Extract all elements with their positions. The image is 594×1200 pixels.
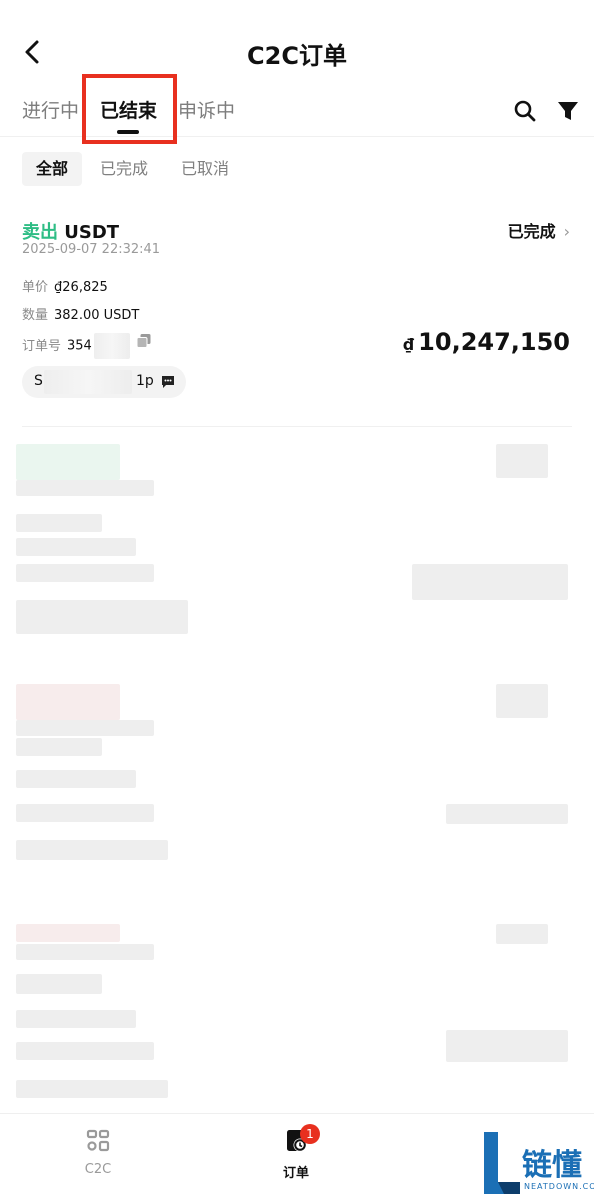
quantity-value: 382.00 USDT: [54, 308, 140, 323]
filter-all[interactable]: 全部: [22, 152, 83, 186]
blurred-order-card: [16, 684, 576, 884]
blurred-order-card: [16, 444, 576, 644]
order-total-amount: ₫ 10,247,150: [403, 328, 570, 356]
watermark-logo: 链懂 NEATDOWN.COM: [478, 1128, 594, 1200]
currency-symbol: ₫: [403, 335, 415, 354]
watermark-domain: NEATDOWN.COM: [524, 1182, 594, 1191]
blurred-order-card: [16, 924, 576, 1104]
order-number-label: 订单号: [22, 338, 62, 354]
orders-badge: 1: [300, 1124, 320, 1144]
order-type[interactable]: 卖出 USDT: [22, 218, 119, 244]
counterparty-name-end: 1p: [136, 373, 154, 389]
unit-price-label: 单价: [22, 280, 49, 295]
order-status[interactable]: 已完成 ›: [508, 218, 570, 242]
nav-c2c-label: C2C: [84, 1162, 112, 1177]
page-title: C2C订单: [247, 42, 347, 70]
filter-cancelled[interactable]: 已取消: [167, 152, 243, 186]
chevron-right-icon: ›: [563, 222, 570, 241]
filter-completed[interactable]: 已完成: [86, 152, 162, 186]
quantity-label: 数量: [22, 308, 49, 323]
amount-value: 10,247,150: [418, 328, 570, 356]
unit-price-value: ₫26,825: [54, 280, 108, 295]
tab-in-progress[interactable]: 进行中: [22, 96, 79, 123]
order-unit-price: 单价 ₫26,825: [22, 276, 108, 295]
annotation-highlight-box: [82, 74, 177, 144]
chat-icon[interactable]: [160, 374, 176, 390]
order-status-label: 已完成: [507, 222, 556, 241]
counterparty-name-start: S: [34, 373, 43, 389]
tab-in-appeal[interactable]: 申诉中: [178, 96, 235, 123]
nav-orders-label: 订单: [282, 1166, 309, 1181]
copy-icon[interactable]: [136, 333, 152, 349]
filter-funnel-icon[interactable]: [555, 98, 581, 124]
c2c-icon: [86, 1129, 110, 1152]
order-number-value: 354: [67, 338, 92, 354]
nav-orders[interactable]: 1 订单: [256, 1124, 336, 1181]
order-number: 订单号 354: [22, 333, 130, 359]
order-quantity: 数量 382.00 USDT: [22, 304, 139, 323]
divider: [22, 426, 572, 427]
order-asset: USDT: [64, 222, 120, 243]
order-side: 卖出: [22, 222, 58, 243]
redacted-order-number: [93, 333, 130, 359]
search-icon[interactable]: [512, 98, 538, 124]
watermark-l-logo-icon: [484, 1132, 520, 1194]
order-time: 2025-09-07 22:32:41: [22, 242, 161, 257]
redacted-counterparty: [44, 370, 132, 394]
watermark-text: 链懂: [522, 1148, 582, 1183]
nav-c2c[interactable]: C2C: [58, 1128, 138, 1177]
counterparty-chip[interactable]: S 1p: [22, 366, 186, 398]
